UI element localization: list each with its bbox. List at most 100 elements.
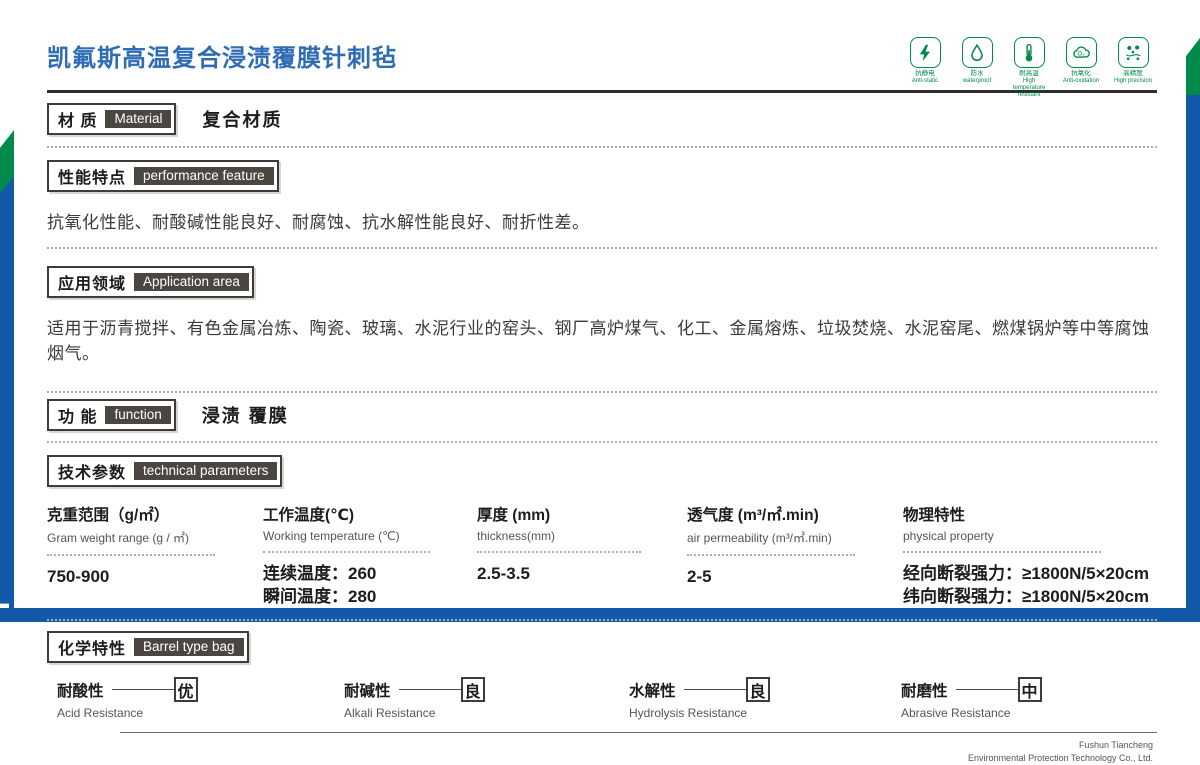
chem-label-en: Alkali Resistance <box>344 706 436 721</box>
application-text: 适用于沥青搅拌、有色金属冶炼、陶瓷、玻璃、水泥行业的窑头、钢厂高炉煤气、化工、金… <box>47 319 1150 364</box>
tech-header-zh: 克重范围（g/㎡） <box>47 507 170 525</box>
performance-text: 抗氧化性能、耐酸碱性能良好、耐腐蚀、抗水解性能良好、耐折性差。 <box>47 213 590 233</box>
svg-text:O₂: O₂ <box>1078 51 1086 57</box>
section-title-en: Material <box>105 110 172 129</box>
tech-value: 经向断裂强力：≥1800N/5×20cm <box>903 564 1150 584</box>
chem-grade-badge: 中 <box>1017 677 1042 703</box>
high-precision-icon <box>1117 37 1149 68</box>
badge-waterproof: 防水 waterproof <box>956 37 998 98</box>
badge-high-temperature: 耐高温 High temperature resistant <box>1008 37 1050 98</box>
company-name-line1: Fushun Tiancheng <box>1078 740 1153 751</box>
section-application: 应用领域 Application area 适用于沥青搅拌、有色金属冶炼、陶瓷、… <box>47 266 1157 364</box>
high-temperature-icon <box>1013 37 1045 68</box>
tech-value: 连续温度：260 <box>263 564 377 584</box>
divider <box>47 146 1157 149</box>
badge-anti-oxidation: O₂ 抗氧化 Anti-oxidation <box>1060 37 1102 98</box>
section-header-technical: 技术参数 technical parameters <box>47 455 283 488</box>
badge-anti-static: 抗静电 Anti-static <box>904 37 946 98</box>
chem-label-zh: 耐酸性 <box>57 682 104 700</box>
material-value: 复合材质 <box>202 110 283 131</box>
divider <box>903 551 1102 554</box>
tech-header-zh: 透气度 (m³/㎡.min) <box>687 507 819 525</box>
tech-header-zh: 物理特性 <box>903 507 966 525</box>
right-blue-strip <box>1186 95 1200 622</box>
section-technical: 技术参数 technical parameters 克重范围（g/㎡） Gram… <box>47 455 1157 609</box>
section-title-en: function <box>105 406 171 425</box>
badge-label-en: High precision <box>1113 77 1153 84</box>
section-title-en: performance feature <box>134 167 274 186</box>
tech-value: 750-900 <box>47 567 110 587</box>
section-performance: 性能特点 performance feature 抗氧化性能、耐酸碱性能良好、耐… <box>47 160 1157 233</box>
divider <box>47 554 216 557</box>
section-function: 功 能 function 浸渍 覆膜 <box>47 399 1157 432</box>
tech-header-zh: 工作温度(℃) <box>263 507 355 525</box>
tech-header-en: thickness(mm) <box>477 529 556 544</box>
section-title-zh: 材 质 <box>58 113 98 131</box>
badge-label-zh: 抗氧化 <box>1071 70 1091 77</box>
section-header-material: 材 质 Material <box>47 103 177 136</box>
chem-item-hydrolysis: 水解性 良 Hydrolysis Resistance <box>629 677 901 720</box>
tech-value: 纬向断裂强力：≥1800N/5×20cm <box>903 587 1150 607</box>
divider <box>477 551 641 554</box>
connector-line <box>398 689 461 691</box>
anti-static-icon <box>909 37 941 68</box>
section-title-zh: 化学特性 <box>58 641 127 659</box>
badge-label-zh: 耐高温 <box>1019 70 1039 77</box>
connector-line <box>683 689 746 691</box>
tech-header-en: Working temperature (℃) <box>263 529 400 544</box>
chem-grade-badge: 良 <box>460 677 485 703</box>
section-title-zh: 性能特点 <box>58 170 127 188</box>
badge-label-en: Anti-oxidation <box>1062 77 1100 84</box>
section-header-chemical: 化学特性 Barrel type bag <box>47 631 249 664</box>
waterproof-icon <box>961 37 993 68</box>
badge-label-en: High temperature resistant <box>1012 77 1046 98</box>
divider <box>47 247 1157 250</box>
chem-label-zh: 耐碱性 <box>344 682 391 700</box>
tech-header-en: physical property <box>903 529 994 544</box>
tech-col-air-permeability: 透气度 (m³/㎡.min) air permeability (m³/㎡.mi… <box>687 503 903 609</box>
badge-label-en: Anti-static <box>911 77 939 84</box>
divider <box>687 554 856 557</box>
chem-label-en: Acid Resistance <box>57 706 144 721</box>
chem-label-zh: 耐磨性 <box>901 682 948 700</box>
section-title-zh: 功 能 <box>58 409 98 427</box>
section-header-application: 应用领域 Application area <box>47 266 254 299</box>
connector-line <box>111 689 174 691</box>
left-blue-strip <box>0 176 14 608</box>
divider <box>47 391 1157 394</box>
footer-divider <box>120 732 1157 734</box>
chem-label-en: Abrasive Resistance <box>901 706 1011 721</box>
company-name-line2: Environmental Protection Technology Co.,… <box>968 753 1153 764</box>
anti-oxidation-icon: O₂ <box>1065 37 1097 68</box>
badge-label-zh: 高精度 <box>1123 70 1143 77</box>
tech-header-en: air permeability (m³/㎡.min) <box>687 531 832 546</box>
connector-line <box>955 689 1018 691</box>
divider <box>263 551 430 554</box>
tech-col-gram-weight: 克重范围（g/㎡） Gram weight range (g / ㎡) 750-… <box>47 503 263 609</box>
function-value: 浸渍 覆膜 <box>201 406 289 427</box>
chemical-ratings-row: 耐酸性 优 Acid Resistance 耐碱性 良 Alkali Resis… <box>47 677 1157 720</box>
chem-item-alkali: 耐碱性 良 Alkali Resistance <box>344 677 629 720</box>
section-title-en: Application area <box>134 273 249 292</box>
section-chemical: 化学特性 Barrel type bag 耐酸性 优 Acid Resistan… <box>47 631 1157 720</box>
chem-label-zh: 水解性 <box>629 682 676 700</box>
tech-value: 2.5-3.5 <box>477 564 530 584</box>
section-title-zh: 应用领域 <box>58 276 127 294</box>
section-title-en: Barrel type bag <box>134 638 244 657</box>
badge-label-zh: 抗静电 <box>915 70 935 77</box>
divider <box>47 619 1157 622</box>
technical-table: 克重范围（g/㎡） Gram weight range (g / ㎡) 750-… <box>47 503 1157 609</box>
section-header-function: 功 能 function <box>47 399 176 432</box>
section-title-en: technical parameters <box>134 462 278 481</box>
badge-label-en: waterproof <box>962 77 992 84</box>
tech-value: 瞬间温度：280 <box>263 587 377 607</box>
chem-item-acid: 耐酸性 优 Acid Resistance <box>47 677 344 720</box>
feature-badges: 抗静电 Anti-static 防水 waterproof 耐高温 High t… <box>904 37 1154 98</box>
chem-grade-badge: 优 <box>173 677 198 703</box>
badge-high-precision: 高精度 High precision <box>1112 37 1154 98</box>
chem-grade-badge: 良 <box>745 677 770 703</box>
badge-label-zh: 防水 <box>970 70 984 77</box>
tech-col-physical-property: 物理特性 physical property 经向断裂强力：≥1800N/5×2… <box>903 503 1157 609</box>
tech-col-working-temperature: 工作温度(℃) Working temperature (℃) 连续温度：260… <box>263 503 477 609</box>
tech-header-en: Gram weight range (g / ㎡) <box>47 531 190 546</box>
